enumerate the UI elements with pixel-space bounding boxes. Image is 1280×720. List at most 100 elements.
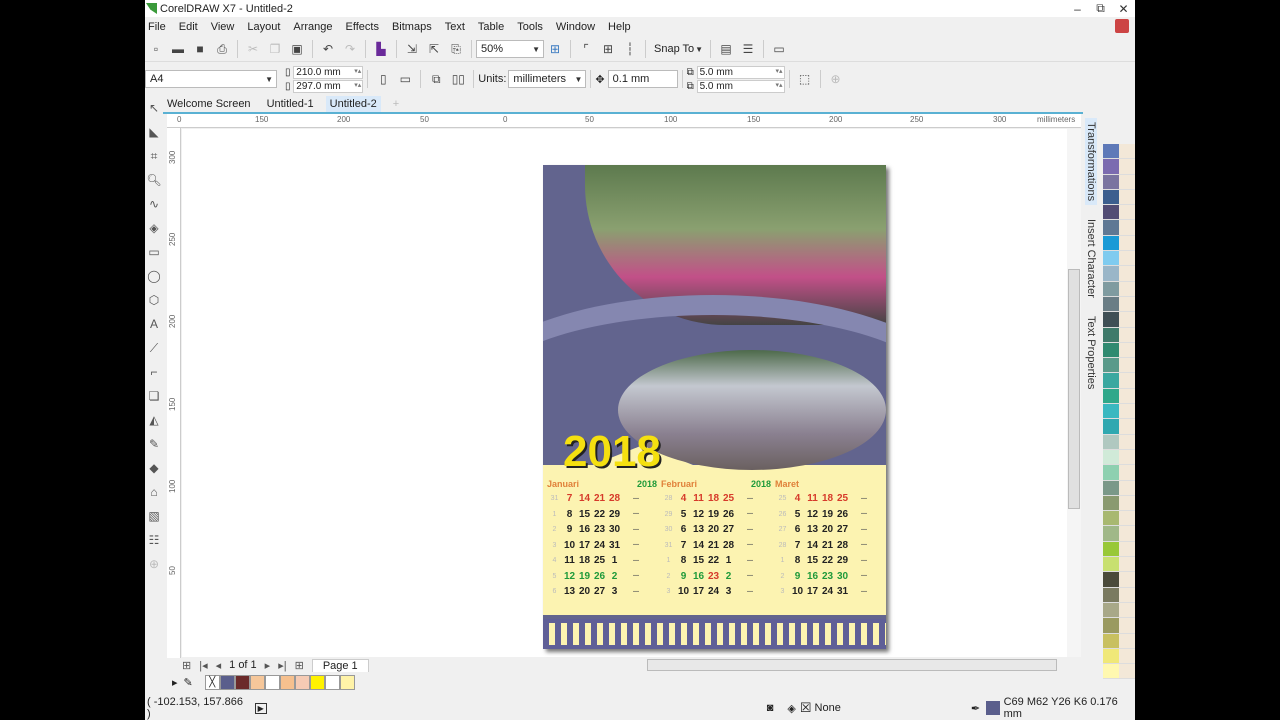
add-page-after-icon[interactable]: ⊞	[295, 659, 304, 672]
menu-arrange[interactable]: Arrange	[290, 21, 338, 33]
new-document-icon[interactable]: ▫	[145, 38, 167, 60]
save-icon[interactable]: ■	[189, 38, 211, 60]
smart-fill-tool-icon[interactable]: ⌂	[145, 480, 163, 504]
eyedropper-icon[interactable]: ✎	[184, 676, 193, 689]
first-page-icon[interactable]: |◂	[199, 659, 207, 672]
drawing-canvas[interactable]: 2018 Januari 2018 31 7 14 21 28—1 8 15 22 29—2 9 16 2…	[182, 129, 1067, 657]
palette-swatch[interactable]	[1103, 480, 1119, 496]
tab-untitled-1[interactable]: Untitled-1	[263, 96, 318, 113]
horizontal-ruler[interactable]: 0 150 200 50 0 50 100 150 200 250 300 mi…	[167, 114, 1081, 128]
palette-swatch[interactable]	[1103, 220, 1119, 236]
paste-icon[interactable]: ▣	[286, 38, 308, 60]
tab-untitled-2[interactable]: Untitled-2	[325, 96, 381, 113]
palette-swatch[interactable]	[1103, 296, 1119, 313]
palette-swatch[interactable]	[1119, 664, 1135, 680]
add-page-icon[interactable]: ⊞	[182, 659, 191, 672]
next-page-icon[interactable]: ▸	[265, 659, 271, 672]
palette-swatch[interactable]	[1119, 189, 1135, 206]
palette-swatch[interactable]	[1103, 235, 1119, 252]
doc-palette-swatch[interactable]	[264, 675, 280, 690]
docker-tab-text-properties[interactable]: Text Properties	[1085, 312, 1097, 393]
palette-swatch[interactable]	[1103, 572, 1119, 588]
menu-window[interactable]: Window	[553, 21, 601, 33]
mesh-fill-icon[interactable]: ▧	[145, 504, 163, 528]
palette-swatch[interactable]	[1119, 511, 1135, 527]
menu-file[interactable]: File	[145, 21, 172, 33]
all-pages-icon[interactable]: ⧉	[425, 68, 447, 90]
calendar-page[interactable]: 2018 Januari 2018 31 7 14 21 28—1 8 15 22 29—2 9 16 2…	[543, 165, 886, 649]
user-account-icon[interactable]	[1115, 19, 1129, 33]
undo-icon[interactable]: ↶	[317, 38, 339, 60]
pick-tool-icon[interactable]: ↖	[145, 96, 163, 120]
cut-icon[interactable]: ✂	[242, 38, 264, 60]
palette-swatch[interactable]	[1119, 251, 1135, 267]
parallel-dimension-icon[interactable]: ⟋	[145, 336, 163, 360]
menu-layout[interactable]: Layout	[244, 21, 286, 33]
smart-fill-icon[interactable]: ◈	[145, 216, 163, 240]
palette-swatch[interactable]	[1103, 602, 1119, 619]
freehand-tool-icon[interactable]: ∿	[145, 192, 163, 216]
shape-tool-icon[interactable]: ◣	[145, 120, 163, 144]
palette-swatch[interactable]	[1103, 633, 1119, 649]
palette-swatch[interactable]	[1119, 159, 1135, 175]
palette-swatch[interactable]	[1119, 633, 1135, 649]
palette-swatch[interactable]	[1103, 342, 1119, 359]
current-page-icon[interactable]: ▯▯	[447, 68, 469, 90]
portrait-icon[interactable]: ▯	[372, 68, 394, 90]
full-screen-preview-icon[interactable]: ⊞	[544, 38, 566, 60]
doc-palette-swatch[interactable]	[324, 675, 340, 690]
restore-button[interactable]: ⧉	[1089, 0, 1112, 17]
doc-palette-swatch[interactable]	[294, 675, 310, 690]
vertical-scrollbar[interactable]	[1067, 129, 1081, 657]
doc-palette-swatch[interactable]	[219, 675, 235, 690]
palette-swatch[interactable]	[1103, 266, 1119, 282]
transparency-tool-icon[interactable]: ◭	[145, 408, 163, 432]
crop-tool-icon[interactable]: ⌗	[145, 144, 163, 168]
palette-swatch[interactable]	[1103, 281, 1119, 297]
open-folder-icon[interactable]: ▬	[167, 38, 189, 60]
palette-swatch[interactable]	[1103, 189, 1119, 206]
palette-swatch[interactable]	[1103, 511, 1119, 527]
connector-tool-icon[interactable]: ⌐	[145, 360, 163, 384]
palette-swatch[interactable]	[1103, 664, 1119, 680]
palette-swatch[interactable]	[1103, 465, 1119, 481]
palette-swatch[interactable]	[1103, 205, 1119, 221]
palette-swatch[interactable]	[1103, 587, 1119, 603]
page-tab[interactable]: Page 1	[311, 658, 369, 672]
palette-swatch[interactable]	[1119, 312, 1135, 328]
palette-swatch[interactable]	[1119, 404, 1135, 420]
doc-palette-swatch[interactable]: ╳	[204, 675, 220, 690]
palette-expand-icon[interactable]: ▸	[172, 676, 178, 689]
palette-swatch[interactable]	[1119, 358, 1135, 374]
polygon-tool-icon[interactable]: ⬡	[145, 288, 163, 312]
horizontal-scrollbar[interactable]	[647, 659, 1057, 671]
zoom-tool-icon[interactable]: 🔍︎	[145, 168, 163, 192]
palette-swatch[interactable]	[1119, 205, 1135, 221]
page-height-field[interactable]: 297.0 mm ▾▴	[293, 79, 364, 93]
palette-swatch[interactable]	[1119, 373, 1135, 389]
palette-swatch[interactable]	[1119, 541, 1135, 558]
palette-swatch[interactable]	[1119, 174, 1135, 190]
palette-swatch[interactable]	[1103, 434, 1119, 450]
palette-swatch[interactable]	[1103, 449, 1119, 466]
prev-page-icon[interactable]: ◂	[216, 659, 222, 672]
palette-swatch[interactable]	[1119, 327, 1135, 343]
palette-swatch[interactable]	[1119, 144, 1135, 160]
duplicate-y-field[interactable]: 5.0 mm ▾▴	[696, 79, 785, 93]
palette-swatch[interactable]	[1119, 342, 1135, 359]
menu-table[interactable]: Table	[475, 21, 510, 33]
new-tab-icon[interactable]: +	[389, 96, 403, 113]
palette-swatch[interactable]	[1119, 266, 1135, 282]
palette-swatch[interactable]	[1119, 572, 1135, 588]
palette-swatch[interactable]	[1103, 404, 1119, 420]
palette-swatch[interactable]	[1119, 480, 1135, 496]
doc-palette-swatch[interactable]	[234, 675, 250, 690]
show-guidelines-icon[interactable]: ┆	[619, 38, 641, 60]
text-tool-icon[interactable]: A	[145, 312, 163, 336]
palette-swatch[interactable]	[1103, 526, 1119, 542]
zoom-level-select[interactable]: 50% ▼	[476, 40, 544, 58]
ellipse-tool-icon[interactable]: ◯	[145, 264, 163, 288]
interactive-fill-icon[interactable]: ◆	[145, 456, 163, 480]
object-properties-icon[interactable]: ☷	[145, 528, 163, 552]
palette-swatch[interactable]	[1119, 281, 1135, 297]
